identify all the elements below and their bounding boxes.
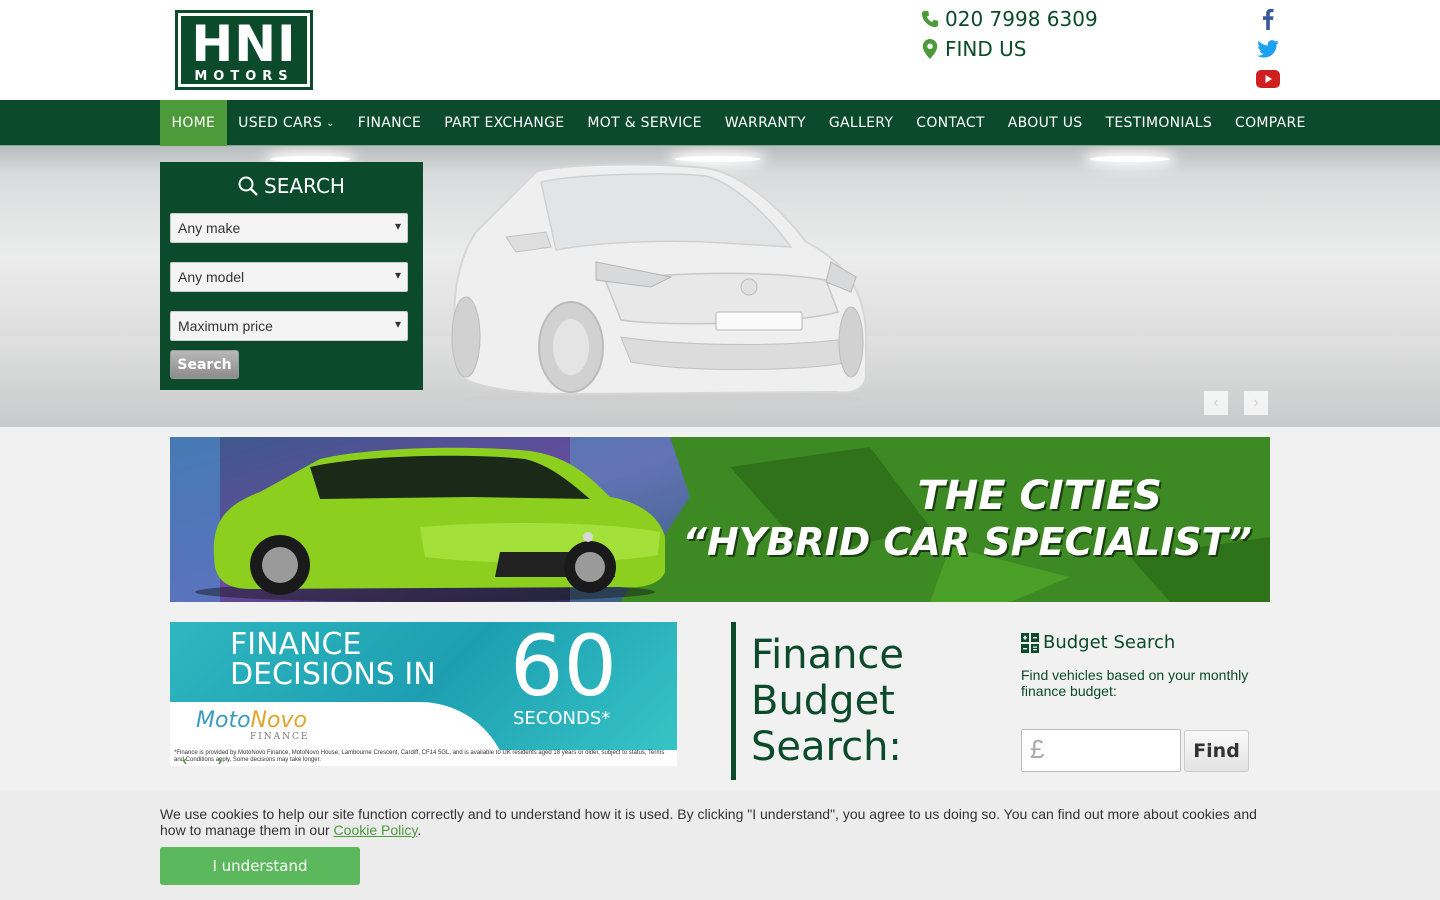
nav-item-label: TESTIMONIALS (1105, 115, 1213, 131)
motonovo-logo-part-b: Novo (250, 708, 307, 733)
nav-item-about-us[interactable]: ABOUT US (996, 100, 1094, 146)
twitter-icon (1257, 40, 1279, 58)
ad-headline-line-1: FINANCE (230, 627, 362, 662)
cookie-consent-bar: We use cookies to help our site function… (0, 790, 1440, 900)
chevron-left-icon: ‹ (1213, 394, 1219, 411)
main-navigation: HOME USED CARS ⌄ FINANCE PART EXCHANGE MO… (0, 100, 1440, 146)
map-marker-icon (922, 39, 938, 59)
nav-item-finance[interactable]: FINANCE (346, 100, 432, 146)
search-icon (238, 176, 258, 196)
cookie-accept-button[interactable]: I understand (160, 847, 360, 885)
phone-icon (921, 10, 939, 28)
nav-item-label: MOT & SERVICE (587, 115, 702, 131)
nav-item-compare[interactable]: COMPARE (1224, 100, 1318, 146)
find-us-label: FIND US (945, 37, 1027, 61)
nav-item-label: HOME (171, 115, 216, 131)
cookie-message: We use cookies to help our site function… (160, 806, 1270, 838)
facebook-link[interactable] (1256, 7, 1280, 31)
nav-item-label: WARRANTY (724, 115, 806, 131)
slider-next-button[interactable]: › (1244, 391, 1268, 415)
monthly-budget-input[interactable]: £ (1021, 729, 1181, 772)
ad-headline: FINANCE DECISIONS IN (230, 630, 436, 690)
nav-item-label: CONTACT (916, 115, 985, 131)
logo-sub-text: MOTORS (194, 69, 294, 84)
search-title-label: SEARCH (264, 174, 345, 198)
banner-headline: THE CITIES “HYBRID CAR SPECIALIST” (683, 473, 1252, 565)
nav-item-used-cars[interactable]: USED CARS ⌄ (227, 100, 347, 146)
nav-item-label: GALLERY (828, 115, 894, 131)
nav-item-label: ABOUT US (1007, 115, 1083, 131)
search-button[interactable]: Search (170, 350, 239, 379)
calculator-icon (1021, 632, 1039, 653)
ad-small-print: *Finance is provided by MotoNovo Finance… (170, 750, 677, 766)
site-header: HNI MOTORS 020 7998 6309 FIND US (0, 0, 1440, 100)
currency-symbol: £ (1030, 734, 1045, 764)
heading-line-2: Budget (751, 678, 895, 724)
motonovo-logo: MotoNovo (196, 708, 307, 733)
youtube-icon (1256, 70, 1280, 88)
nav-item-label: USED CARS (238, 115, 323, 131)
nav-item-part-exchange[interactable]: PART EXCHANGE (433, 100, 576, 146)
chevron-right-icon: › (1253, 394, 1259, 411)
chevron-left-icon: ‹ (182, 752, 188, 768)
banner-headline-line-2: “HYBRID CAR SPECIALIST” (682, 520, 1252, 564)
heading-line-3: Search: (751, 724, 902, 770)
nav-item-label: COMPARE (1235, 115, 1306, 131)
search-panel-title: SEARCH (160, 174, 423, 198)
find-button[interactable]: Find (1184, 730, 1249, 772)
logo-main-text: HNI (191, 15, 297, 73)
phone-number: 020 7998 6309 (945, 7, 1098, 31)
finance-budget-heading: Finance Budget Search: (751, 622, 904, 770)
ceiling-light (1090, 156, 1170, 162)
ad-seconds-unit: SECONDS* (513, 708, 611, 729)
budget-search-widget: Budget Search Find vehicles based on you… (1021, 632, 1271, 772)
nav-item-warranty[interactable]: WARRANTY (713, 100, 817, 146)
banner-headline-line-1: THE CITIES (917, 473, 1162, 519)
nav-item-home[interactable]: HOME (160, 100, 227, 146)
finance-budget-heading-block: Finance Budget Search: (731, 622, 904, 780)
cookie-message-end: . (417, 822, 422, 838)
vehicle-search-panel: SEARCH Any make Any model Maximum price … (160, 162, 423, 390)
site-logo[interactable]: HNI MOTORS (175, 10, 313, 90)
model-select[interactable]: Any model (170, 262, 408, 292)
cookie-message-text: We use cookies to help our site function… (160, 806, 1257, 838)
chevron-down-icon: ⌄ (326, 117, 335, 129)
heading-line-1: Finance (751, 632, 905, 678)
ad-headline-line-2: DECISIONS IN (230, 657, 436, 692)
youtube-link[interactable] (1256, 67, 1280, 91)
budget-search-title-label: Budget Search (1043, 632, 1176, 653)
ad-seconds-number: 60 (510, 622, 617, 715)
max-price-select[interactable]: Maximum price (170, 311, 408, 341)
budget-search-title: Budget Search (1021, 632, 1271, 653)
ad-prev-button[interactable]: ‹ (177, 752, 193, 768)
find-us-link[interactable]: FIND US (921, 37, 1026, 61)
hero-car-image (451, 163, 867, 410)
make-select[interactable]: Any make (170, 213, 408, 243)
twitter-link[interactable] (1256, 37, 1280, 61)
chevron-right-icon: › (217, 752, 223, 768)
finance-decisions-ad[interactable]: FINANCE DECISIONS IN 60 SECONDS* MotoNov… (170, 622, 677, 766)
facebook-icon (1262, 8, 1274, 30)
motonovo-logo-sub: FINANCE (250, 732, 310, 742)
nav-item-testimonials[interactable]: TESTIMONIALS (1094, 100, 1224, 146)
nav-item-label: PART EXCHANGE (444, 115, 565, 131)
nav-item-contact[interactable]: CONTACT (905, 100, 997, 146)
nav-item-mot-service[interactable]: MOT & SERVICE (576, 100, 713, 146)
slider-prev-button[interactable]: ‹ (1204, 391, 1228, 415)
phone-link[interactable]: 020 7998 6309 (921, 7, 1098, 31)
cookie-policy-link[interactable]: Cookie Policy (334, 822, 418, 838)
nav-item-gallery[interactable]: GALLERY (817, 100, 904, 146)
nav-item-label: FINANCE (357, 115, 422, 131)
motonovo-logo-part-a: Moto (196, 708, 251, 733)
hybrid-specialist-banner[interactable]: THE CITIES “HYBRID CAR SPECIALIST” (170, 437, 1270, 602)
budget-search-description: Find vehicles based on your monthly fina… (1021, 667, 1249, 699)
ad-next-button[interactable]: › (212, 752, 228, 768)
